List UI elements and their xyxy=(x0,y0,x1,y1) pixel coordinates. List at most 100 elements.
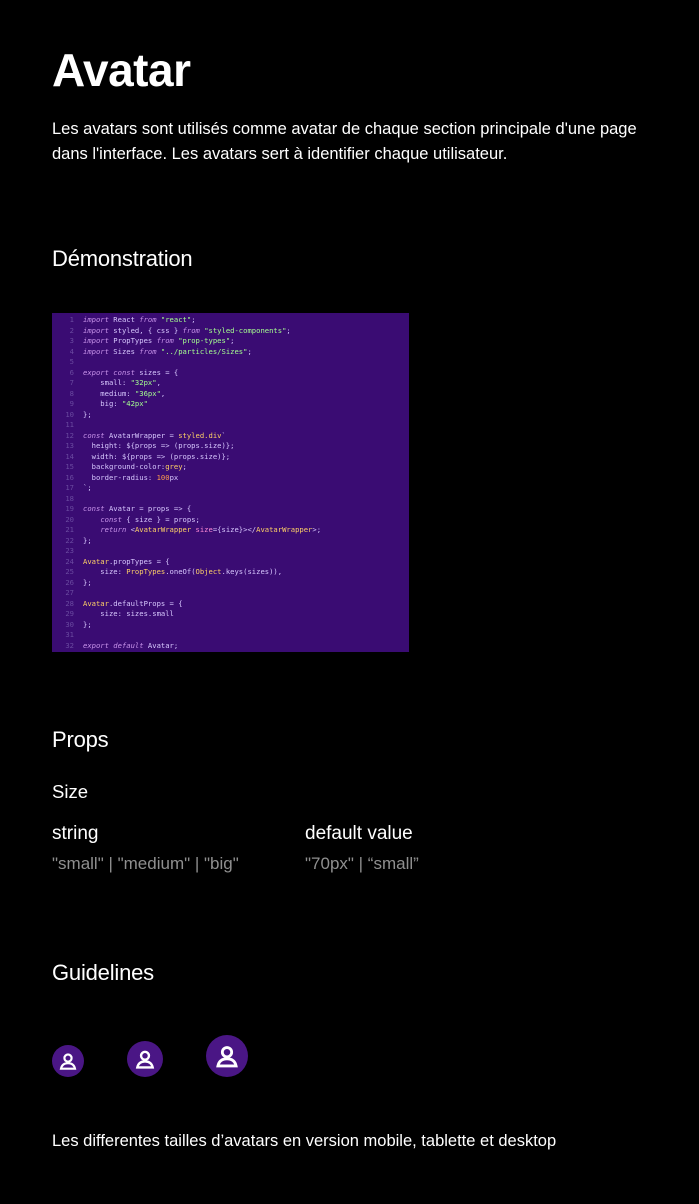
props-heading: Props xyxy=(52,727,109,752)
prop-name-size: Size xyxy=(52,781,88,802)
guidelines-heading: Guidelines xyxy=(52,960,154,985)
code-line-text: }; xyxy=(83,577,92,587)
code-line: 13 height: ${props => (props.size)}; xyxy=(52,441,409,452)
code-line: 24 Avatar.propTypes = { xyxy=(52,557,409,568)
code-line: 9 big: "42px" xyxy=(52,399,409,410)
code-line-number: 18 xyxy=(65,493,74,503)
code-line: 8 medium: "36px", xyxy=(52,389,409,400)
code-line-number: 13 xyxy=(65,441,74,450)
code-line-text: import Sizes from "../particles/Sizes"; xyxy=(83,346,252,356)
code-line-number: 12 xyxy=(65,430,74,440)
prop-default-label: default value xyxy=(305,823,413,844)
page-intro: Les avatars sont utilisés comme avatar d… xyxy=(52,120,637,163)
code-line-text: background-color:grey; xyxy=(83,462,187,471)
code-line: 31 xyxy=(52,630,409,641)
code-line: 25 size: PropTypes.oneOf(Object.keys(siz… xyxy=(52,567,409,578)
code-line: 10}; xyxy=(52,410,409,421)
code-line: 18 xyxy=(52,494,409,505)
code-line-number: 28 xyxy=(65,598,74,608)
code-line: 6 export const sizes = { xyxy=(52,368,409,379)
code-line: 30}; xyxy=(52,620,409,631)
code-line-text: }; xyxy=(83,619,92,629)
code-line-number: 15 xyxy=(65,462,74,471)
code-line-number: 21 xyxy=(65,525,74,534)
code-line-text: const { size } = props; xyxy=(100,514,200,524)
code-line-number: 10 xyxy=(65,409,74,419)
code-line-number: 29 xyxy=(65,609,74,618)
code-line: 27 xyxy=(52,588,409,599)
code-line-number: 16 xyxy=(65,472,74,482)
code-line-number: 11 xyxy=(65,420,74,429)
code-line-text: Avatar.defaultProps = { xyxy=(83,598,183,608)
avatar-tablette xyxy=(127,1041,163,1077)
code-line: 12 const AvatarWrapper = styled.div` xyxy=(52,431,409,442)
demo-heading: Démonstration xyxy=(52,246,193,271)
code-line-text: import React from "react"; xyxy=(83,315,196,324)
code-line: 5 xyxy=(52,357,409,368)
code-line-text: `; xyxy=(83,483,92,492)
code-snippet: 1 import React from "react"; 2 import style… xyxy=(52,313,409,652)
code-line-number: 1 xyxy=(69,315,74,324)
code-line: 1 import React from "react"; xyxy=(52,315,409,326)
guidelines-caption: Les differentes tailles d’avatars en ver… xyxy=(52,1132,557,1150)
avatar-desktop xyxy=(206,1035,248,1077)
code-line-number: 26 xyxy=(65,577,74,587)
code-line: 3 import PropTypes from "prop-types"; xyxy=(52,336,409,347)
code-line-number: 2 xyxy=(69,325,74,335)
code-line-text: small: "32px", xyxy=(83,378,161,387)
code-line-number: 6 xyxy=(69,367,74,377)
code-line-number: 14 xyxy=(65,451,74,461)
prop-type-label: string xyxy=(52,823,99,844)
code-line-number: 23 xyxy=(65,546,74,555)
code-line: 22}; xyxy=(52,536,409,547)
code-line-number: 4 xyxy=(69,346,74,356)
code-line-text: Avatar.propTypes = { xyxy=(83,556,170,566)
code-line-text: const Avatar = props => { xyxy=(83,504,192,513)
code-line-text: size: PropTypes.oneOf(Object.keys(sizes)… xyxy=(83,567,283,576)
code-line-text: export default Avatar; xyxy=(83,640,179,650)
code-line: 17 `; xyxy=(52,483,409,494)
code-line: 2 import styled, { css } from "styled-com… xyxy=(52,326,409,337)
code-line-text: }; xyxy=(83,535,92,545)
code-line: 14 width: ${props => (props.size)}; xyxy=(52,452,409,463)
code-line: 16 border-radius: 100px xyxy=(52,473,409,484)
code-line-number: 7 xyxy=(69,378,74,387)
code-line-number: 30 xyxy=(65,619,74,629)
code-line-number: 22 xyxy=(65,535,74,545)
code-line-number: 19 xyxy=(65,504,74,513)
code-line-number: 27 xyxy=(65,588,74,597)
code-line-text: const AvatarWrapper = styled.div` xyxy=(83,430,226,440)
code-line: 19 const Avatar = props => { xyxy=(52,504,409,515)
code-line-text: import PropTypes from "prop-types"; xyxy=(83,336,235,345)
page-title: Avatar xyxy=(52,44,191,96)
code-line-text: import styled, { css } from "styled-comp… xyxy=(83,325,291,335)
code-line-text: }; xyxy=(83,409,92,419)
code-line-number: 32 xyxy=(65,640,74,650)
avatar-mobile xyxy=(52,1045,84,1077)
code-line-number: 3 xyxy=(69,336,74,345)
code-line: 11 xyxy=(52,420,409,431)
code-line-number: 5 xyxy=(69,357,74,366)
prop-type-value: "small" | "medium" | "big" xyxy=(52,854,239,873)
user-icon xyxy=(135,1050,155,1069)
code-line: 20 const { size } = props; xyxy=(52,515,409,526)
code-line-text: return <AvatarWrapper size={size}></Avat… xyxy=(100,525,322,534)
code-line-text: border-radius: 100px xyxy=(83,472,179,482)
code-line-number: 25 xyxy=(65,567,74,576)
code-line-number: 20 xyxy=(65,514,74,524)
code-line-text: big: "42px" xyxy=(83,399,148,408)
user-icon xyxy=(59,1053,77,1070)
user-icon xyxy=(216,1046,238,1068)
code-line: 15 background-color:grey; xyxy=(52,462,409,473)
code-line-number: 31 xyxy=(65,630,74,639)
prop-default-value: "70px" | “small” xyxy=(305,854,419,873)
code-line: 21 return <AvatarWrapper size={size}></A… xyxy=(52,525,409,536)
code-line: 29 size: sizes.small xyxy=(52,609,409,620)
code-line-number: 9 xyxy=(69,399,74,408)
code-line-number: 8 xyxy=(69,388,74,398)
code-line: 4 import Sizes from "../particles/Sizes"; xyxy=(52,347,409,358)
code-line-text: medium: "36px", xyxy=(83,388,166,398)
code-line-number: 17 xyxy=(65,483,74,492)
code-line: 23 xyxy=(52,546,409,557)
code-line: 26}; xyxy=(52,578,409,589)
